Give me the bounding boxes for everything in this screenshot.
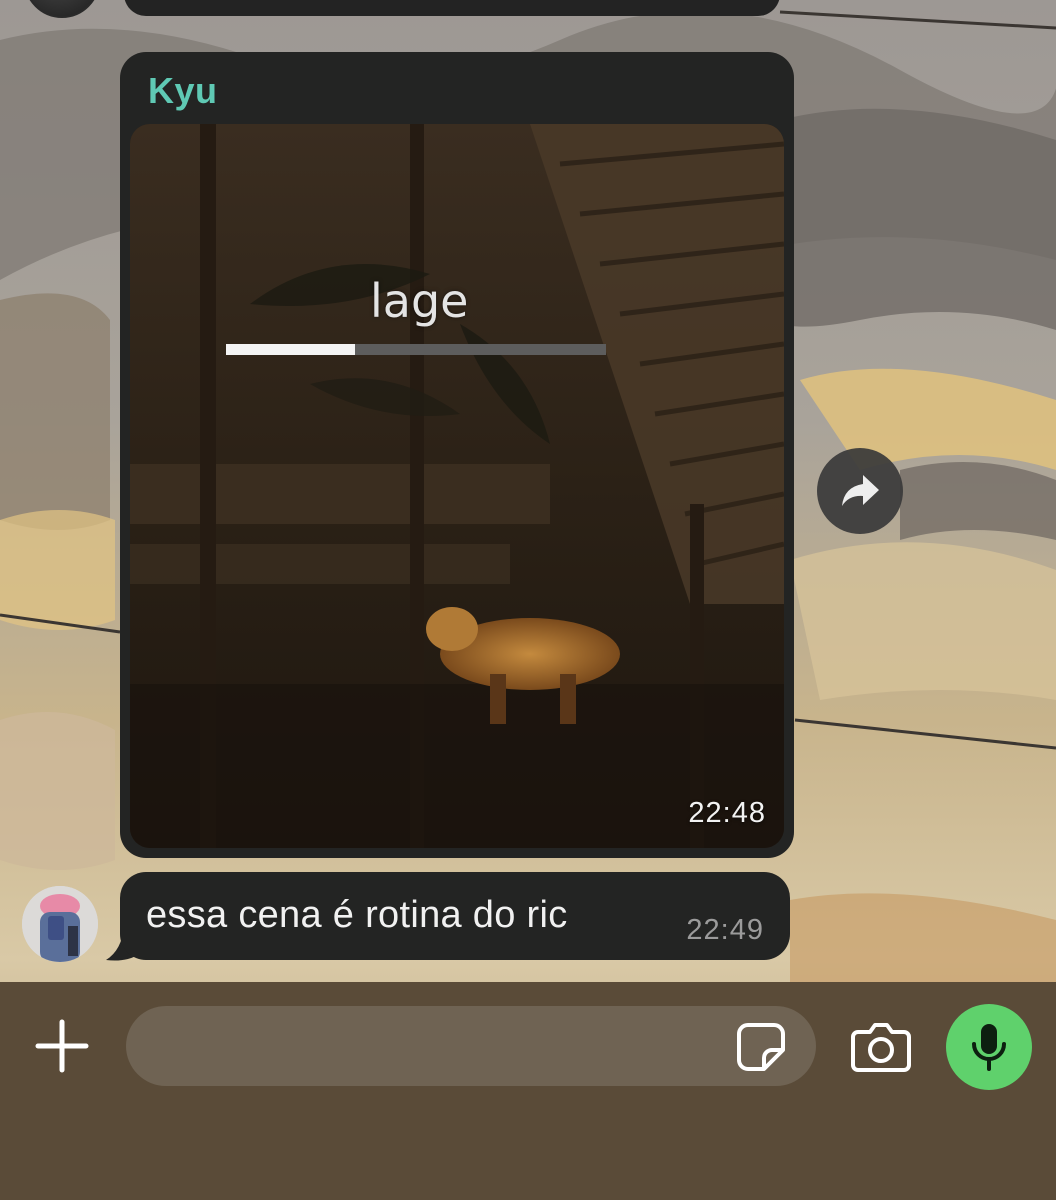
camera-icon [851,1023,911,1072]
previous-message-bubble[interactable] [124,0,780,16]
voice-record-button[interactable] [946,1004,1032,1090]
video-progress-bar [226,344,606,355]
camera-button[interactable] [848,1018,914,1076]
avatar-image [22,886,98,962]
message-input[interactable] [126,1006,816,1086]
add-attachment-button[interactable] [30,1014,94,1078]
video-overlay-text: lage [370,274,469,328]
mic-icon [972,1024,1006,1071]
text-message-bubble[interactable]: essa cena é rotina do ric 22:49 [120,872,790,960]
video-message-bubble[interactable]: Kyu lage 22:48 [120,52,794,858]
sticker-icon [737,1023,785,1071]
message-timestamp: 22:48 [688,797,766,829]
video-thumbnail[interactable]: lage 22:48 [130,124,784,848]
video-progress-fill [226,344,356,355]
video-scene-image [130,124,784,848]
forward-button[interactable] [817,448,903,534]
message-composer [0,982,1056,1200]
forward-arrow-icon [842,475,879,506]
message-text: essa cena é rotina do ric [146,894,568,936]
plus-icon [35,1019,89,1073]
avatar[interactable] [22,886,98,962]
sender-name[interactable]: Kyu [148,70,218,112]
message-timestamp: 22:49 [686,914,764,946]
sticker-button[interactable] [734,1020,788,1074]
